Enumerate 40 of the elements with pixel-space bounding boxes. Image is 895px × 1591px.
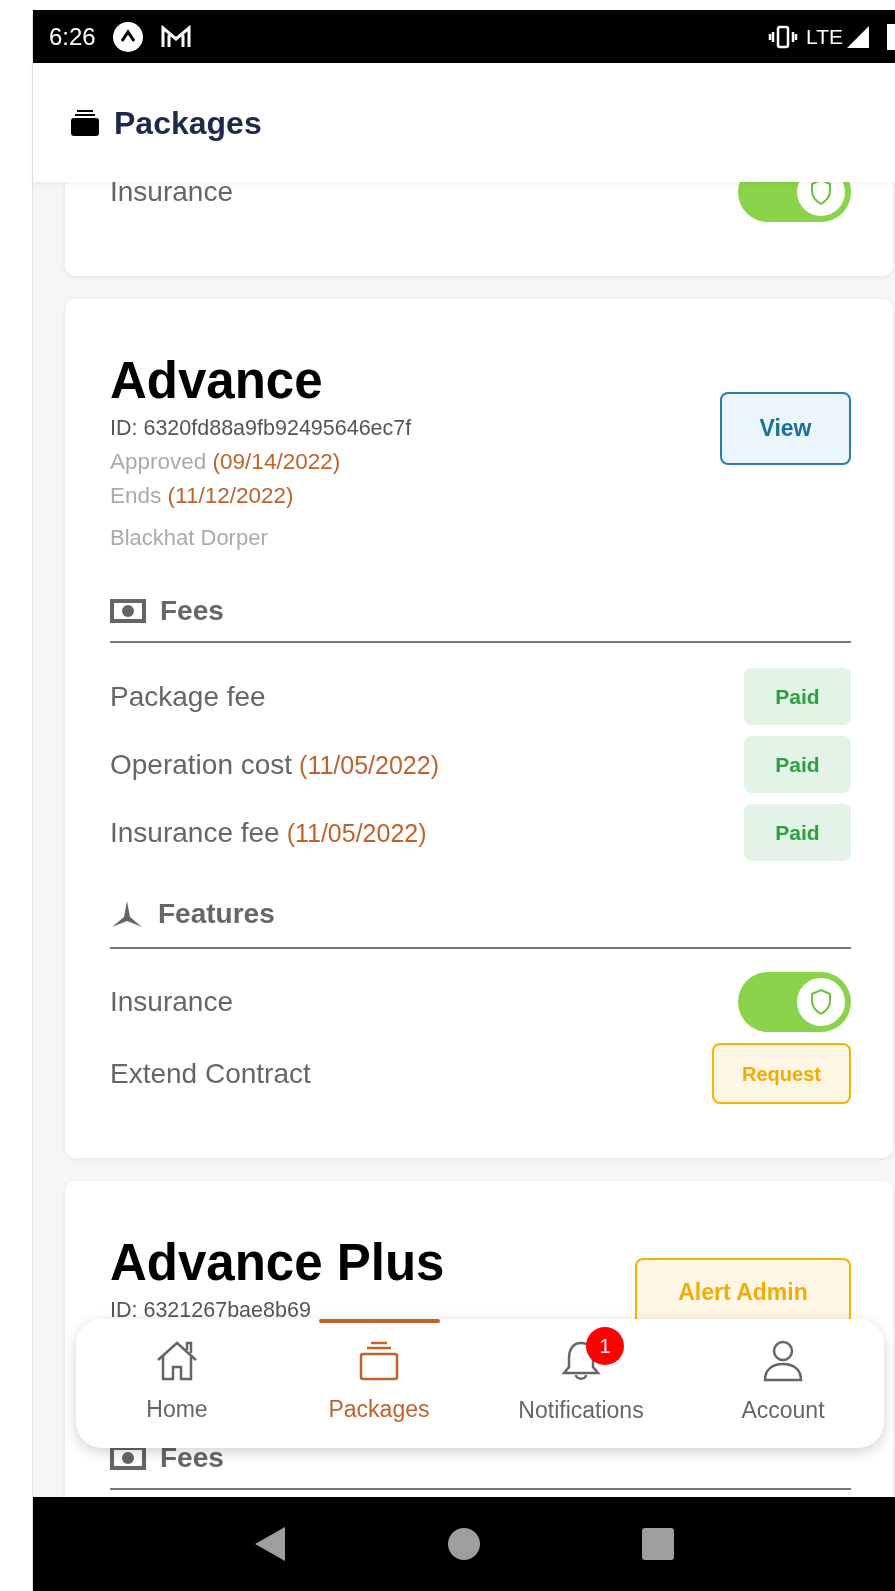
notification-badge: 1 [586,1327,624,1366]
battery-icon [887,23,895,50]
paid-status: Paid [744,668,851,725]
shield-icon [809,182,833,206]
banknote-icon [110,1445,146,1471]
package-id: ID: 6320fd88a9fb92495646ec7f [110,415,412,442]
nav-tab[interactable]: Account [682,1319,884,1448]
end-date: Ends (11/12/2022) [110,482,294,510]
feature-label: Extend Contract [110,1056,311,1091]
network-type: LTE [806,23,843,50]
fee-label: Package fee [110,679,266,714]
nav-tab[interactable]: 1 Notifications [480,1319,682,1448]
package-title: Advance Plus [110,1233,445,1293]
stack-icon [70,108,100,137]
app-notification-icon [111,20,144,53]
section-heading: Features [158,897,275,931]
signal-icon [845,24,871,49]
insurance-toggle[interactable] [738,972,851,1032]
account-icon [761,1339,805,1384]
shield-icon [809,988,833,1016]
breed-name: Blackhat Dorper [110,524,268,552]
approved-date: Approved (09/14/2022) [110,448,341,476]
fee-label: Insurance fee (11/05/2022) [110,815,427,850]
feature-label: Insurance [110,985,233,1019]
mail-icon [159,23,192,50]
home-circle-icon[interactable] [447,1527,481,1561]
vibrate-icon [768,24,799,49]
page-title: Packages [114,103,262,143]
status-time: 6:26 [49,21,96,52]
view-button[interactable]: View [720,392,851,465]
back-icon[interactable] [253,1525,287,1563]
feature-label: Insurance [110,182,233,209]
banknote-icon [110,598,146,624]
stack-icon [357,1340,401,1383]
package-title: Advance [110,351,323,411]
section-heading: Fees [160,594,224,628]
fee-label: Operation cost (11/05/2022) [110,747,439,782]
paid-status: Paid [744,736,851,793]
overview-square-icon[interactable] [641,1527,675,1561]
paid-status: Paid [744,804,851,861]
